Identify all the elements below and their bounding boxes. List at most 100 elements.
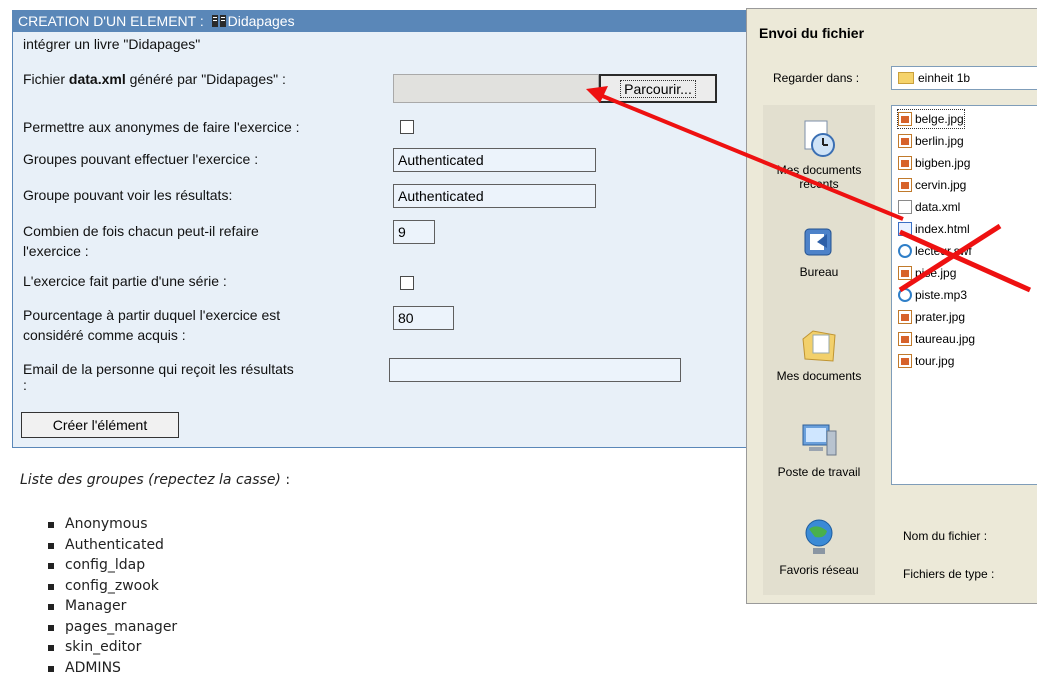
- file-name: piste.mp3: [915, 288, 968, 302]
- image-file-icon: [898, 112, 912, 126]
- place-label: Mes documents: [776, 369, 862, 383]
- list-item: Manager: [48, 596, 177, 617]
- panel-title-name: Didapages: [227, 13, 295, 29]
- html-file-icon: [898, 222, 912, 236]
- look-in-label: Regarder dans :: [773, 71, 860, 85]
- places-bar: Mes documents récents Bureau Mes documen…: [763, 105, 875, 595]
- file-item[interactable]: lecteur.swf: [898, 242, 972, 260]
- panel-title-prefix: CREATION D'UN ELEMENT :: [18, 13, 204, 29]
- percent-label-line1: Pourcentage à partir duquel l'exercice e…: [23, 307, 281, 323]
- file-item[interactable]: data.xml: [898, 198, 960, 216]
- place-label: Poste de travail: [777, 465, 861, 479]
- list-item: pages_manager: [48, 617, 177, 638]
- file-item[interactable]: index.html: [898, 220, 970, 238]
- media-file-icon: [898, 244, 912, 258]
- groups-do-label: Groupes pouvant effectuer l'exercice :: [23, 151, 259, 167]
- list-item: skin_editor: [48, 637, 177, 658]
- group-see-input[interactable]: Authenticated: [393, 184, 596, 208]
- image-file-icon: [898, 266, 912, 280]
- file-list: belge.jpg berlin.jpg bigben.jpg cervin.j…: [891, 105, 1037, 485]
- list-item: Authenticated: [48, 535, 177, 556]
- group-see-label: Groupe pouvant voir les résultats:: [23, 187, 233, 203]
- file-path-input[interactable]: [393, 74, 599, 103]
- file-name-label: Nom du fichier :: [903, 529, 988, 543]
- file-item[interactable]: taureau.jpg: [898, 330, 975, 348]
- image-file-icon: [898, 134, 912, 148]
- file-name: belge.jpg: [915, 112, 964, 126]
- place-network[interactable]: Favoris réseau: [763, 515, 875, 577]
- file-item[interactable]: tour.jpg: [898, 352, 954, 370]
- file-label-post: généré par "Didapages" :: [125, 71, 286, 87]
- file-item[interactable]: prater.jpg: [898, 308, 965, 326]
- place-label: Favoris réseau: [779, 563, 859, 577]
- element-form: intégrer un livre "Didapages" Fichier da…: [12, 32, 752, 448]
- look-in-value: einheit 1b: [918, 71, 971, 85]
- file-upload-dialog: Envoi du fichier Regarder dans : einheit…: [746, 8, 1037, 604]
- groups-list-title-suffix: :: [280, 472, 291, 488]
- file-name: pise.jpg: [915, 266, 957, 280]
- file-label-pre: Fichier: [23, 71, 69, 87]
- email-label-line1: Email de la personne qui reçoit les résu…: [23, 361, 294, 377]
- list-item: config_ldap: [48, 555, 177, 576]
- recent-documents-icon: [804, 120, 835, 157]
- redo-count-input[interactable]: 9: [393, 220, 435, 244]
- create-element-button[interactable]: Créer l'élément: [21, 412, 179, 438]
- anon-label: Permettre aux anonymes de faire l'exerci…: [23, 119, 300, 135]
- file-item[interactable]: piste.mp3: [898, 286, 967, 304]
- image-file-icon: [898, 354, 912, 368]
- file-name: data.xml: [915, 200, 961, 214]
- place-desktop[interactable]: Bureau: [763, 225, 875, 279]
- my-computer-icon: [802, 424, 837, 456]
- file-name: tour.jpg: [915, 354, 955, 368]
- place-label: Mes documents: [776, 163, 862, 177]
- list-item: Anonymous: [48, 514, 177, 535]
- image-file-icon: [898, 332, 912, 346]
- groups-list-title: Liste des groupes (repectez la casse) :: [20, 472, 290, 488]
- xml-file-icon: [898, 200, 912, 214]
- browse-button-label: Parcourir...: [620, 80, 696, 98]
- file-name: bigben.jpg: [915, 156, 971, 170]
- file-item[interactable]: bigben.jpg: [898, 154, 970, 172]
- file-item[interactable]: berlin.jpg: [898, 132, 964, 150]
- network-icon: [805, 519, 833, 554]
- redo-label-line1: Combien de fois chacun peut-il refaire: [23, 223, 259, 239]
- look-in-dropdown[interactable]: einheit 1b: [891, 66, 1037, 90]
- list-item: ADMINS: [48, 658, 177, 679]
- browse-button[interactable]: Parcourir...: [599, 74, 717, 103]
- groups-do-input[interactable]: Authenticated: [393, 148, 596, 172]
- percent-label-line2: considéré comme acquis :: [23, 327, 186, 343]
- file-item[interactable]: belge.jpg: [897, 109, 965, 129]
- series-checkbox[interactable]: [400, 276, 414, 290]
- file-name: index.html: [915, 222, 970, 236]
- image-file-icon: [898, 178, 912, 192]
- folder-icon: [898, 72, 914, 84]
- list-item: config_zwook: [48, 576, 177, 597]
- file-type-label: Fichiers de type :: [903, 567, 995, 581]
- media-file-icon: [898, 288, 912, 302]
- place-label-2: récents: [799, 177, 839, 191]
- email-input[interactable]: [389, 358, 681, 382]
- series-label: L'exercice fait partie d'une série :: [23, 273, 227, 289]
- file-name: taureau.jpg: [915, 332, 976, 346]
- form-subtitle: intégrer un livre "Didapages": [23, 36, 201, 52]
- file-item[interactable]: pise.jpg: [898, 264, 956, 282]
- place-recent-documents[interactable]: Mes documents récents: [763, 119, 875, 191]
- place-my-documents[interactable]: Mes documents: [763, 325, 875, 383]
- groups-list-title-text: Liste des groupes (repectez la casse): [20, 472, 281, 488]
- panel-title: CREATION D'UN ELEMENT : Didapages: [12, 10, 752, 32]
- dialog-title-bar[interactable]: Envoi du fichier: [747, 9, 1037, 51]
- groups-list: Anonymous Authenticated config_ldap conf…: [48, 514, 177, 678]
- file-name: prater.jpg: [915, 310, 966, 324]
- percent-input[interactable]: 80: [393, 306, 454, 330]
- file-item[interactable]: cervin.jpg: [898, 176, 966, 194]
- file-name: cervin.jpg: [915, 178, 967, 192]
- file-name: berlin.jpg: [915, 134, 964, 148]
- place-my-computer[interactable]: Poste de travail: [763, 421, 875, 479]
- file-name: lecteur.swf: [915, 244, 972, 258]
- image-file-icon: [898, 156, 912, 170]
- desktop-icon: [804, 228, 832, 256]
- file-label-filename: data.xml: [68, 71, 126, 87]
- book-icon: [211, 15, 226, 27]
- anon-checkbox[interactable]: [400, 120, 414, 134]
- email-label-line2: :: [23, 377, 27, 393]
